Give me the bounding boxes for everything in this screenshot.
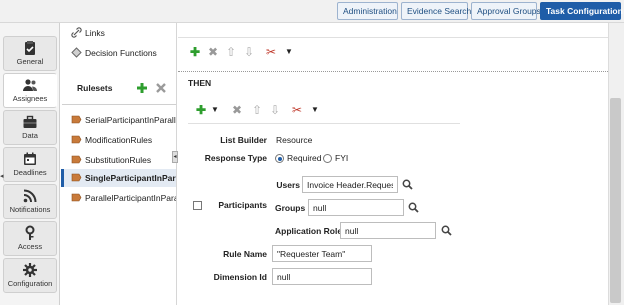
evidence-search-button[interactable]: Evidence Search (401, 2, 471, 20)
ruleset-icon (71, 115, 82, 124)
key-icon (25, 225, 35, 240)
task-configuration-button[interactable]: Task Configuration (540, 2, 623, 20)
application-role-label: Application Role (275, 226, 343, 236)
ruleset-icon (71, 135, 82, 144)
users-input[interactable] (302, 176, 398, 193)
nav-configuration-label: Configuration (7, 279, 53, 288)
then-label: THEN (188, 78, 212, 88)
rulesets-header: Rulesets (77, 83, 113, 93)
move-up-icon[interactable]: ⇧ (250, 103, 264, 117)
tree-divider (62, 104, 176, 105)
cut-icon[interactable]: ✂ (264, 45, 278, 59)
if-toolbar: ✚ ✖ ⇧ ⇩ ✂ ▼ (188, 45, 308, 61)
search-icon[interactable] (441, 225, 452, 236)
rule-name-label: Rule Name (223, 249, 267, 259)
delete-icon[interactable]: ✖ (206, 45, 220, 59)
ruleset-icon (71, 155, 82, 164)
add-ruleset-icon[interactable] (136, 82, 148, 94)
dropdown-arrow-icon[interactable]: ▼ (282, 45, 296, 59)
tree-links-label: Links (85, 28, 105, 38)
then-toolbar-divider (188, 123, 460, 124)
add-icon[interactable]: ✚ (188, 45, 202, 59)
response-required-radio[interactable] (275, 154, 284, 163)
function-icon (71, 47, 82, 58)
ruleset-item-label: SingleParticipantInParalle (85, 173, 176, 183)
ruleset-item-label: ModificationRules (85, 135, 153, 145)
section-divider (178, 71, 608, 72)
cut-icon[interactable]: ✂ (290, 103, 304, 117)
tree-decision-functions-label: Decision Functions (85, 48, 157, 58)
briefcase-icon (23, 115, 37, 128)
search-icon[interactable] (402, 179, 413, 190)
collapse-left-arrow-icon[interactable]: ◂ (0, 172, 4, 182)
nav-data[interactable]: Data (3, 110, 57, 145)
delete-icon[interactable]: ✖ (230, 103, 244, 117)
nav-assignees[interactable]: Assignees (3, 73, 57, 108)
groups-input[interactable] (308, 199, 404, 216)
ruleset-icon (71, 193, 82, 202)
link-icon (71, 27, 82, 38)
rss-icon (23, 189, 37, 203)
response-type-label: Response Type (204, 153, 267, 163)
nav-general-label: General (16, 57, 44, 66)
gear-icon (23, 263, 37, 277)
left-nav: General Assignees Data Deadlines Notific… (0, 23, 60, 305)
list-builder-label: List Builder (220, 135, 267, 145)
nav-deadlines[interactable]: Deadlines (3, 147, 57, 182)
ruleset-item-label: SerialParticipantInParalle (85, 115, 177, 125)
dimension-id-input[interactable] (272, 268, 372, 285)
dropdown-arrow-icon[interactable]: ▼ (308, 103, 322, 117)
approval-groups-button[interactable]: Approval Groups (471, 2, 541, 20)
scrollbar-thumb[interactable] (610, 98, 621, 303)
nav-assignees-label: Assignees (12, 94, 48, 103)
response-fyi-radio[interactable] (323, 154, 332, 163)
nav-data-label: Data (22, 131, 38, 140)
list-builder-value: Resource (276, 135, 313, 145)
nav-deadlines-label: Deadlines (13, 168, 47, 177)
users-label: Users (276, 180, 300, 190)
move-up-icon[interactable]: ⇧ (224, 45, 238, 59)
top-divider (178, 37, 608, 38)
ruleset-item[interactable]: ModificationRules (61, 131, 176, 149)
participants-checkbox[interactable] (193, 201, 202, 210)
groups-label: Groups (275, 203, 306, 213)
response-required-label: Required (287, 153, 322, 163)
users-icon (23, 79, 37, 91)
response-fyi-label: FYI (335, 153, 349, 163)
clipboard-icon (25, 41, 35, 55)
nav-notifications-label: Notifications (9, 205, 51, 214)
application-role-input[interactable] (340, 222, 436, 239)
ruleset-item-label: ParallelParticipantInParalle (85, 193, 177, 203)
ruleset-item-label: SubstitutionRules (85, 155, 152, 165)
rule-name-input[interactable] (272, 245, 372, 262)
rules-tree-panel: Links Decision Functions Rulesets Serial… (61, 23, 177, 305)
administration-button[interactable]: Administration (337, 2, 398, 20)
add-dropdown-icon[interactable]: ▼ (208, 103, 222, 117)
ruleset-item[interactable]: SerialParticipantInParalle (61, 111, 177, 129)
ruleset-item[interactable]: SubstitutionRules (61, 151, 176, 169)
tree-links[interactable]: Links (71, 26, 105, 40)
calendar-icon (24, 152, 36, 165)
rule-editor: ✚ ✖ ⇧ ⇩ ✂ ▼ THEN ✚ ▼ ✖ ⇧ ⇩ ✂ ▼ List Buil… (178, 23, 608, 305)
participants-label: Participants (218, 200, 267, 210)
ruleset-item-selected[interactable]: SingleParticipantInParalle (61, 169, 176, 187)
delete-ruleset-icon[interactable] (155, 82, 167, 94)
move-down-icon[interactable]: ⇩ (242, 45, 256, 59)
nav-access[interactable]: Access (3, 221, 57, 256)
nav-access-label: Access (17, 242, 43, 251)
search-icon[interactable] (408, 202, 419, 213)
tree-decision-functions[interactable]: Decision Functions (71, 46, 157, 60)
then-toolbar: ✚ ▼ ✖ ⇧ ⇩ ✂ ▼ (194, 103, 334, 119)
add-icon[interactable]: ✚ (194, 103, 208, 117)
dimension-id-label: Dimension Id (213, 272, 267, 282)
move-down-icon[interactable]: ⇩ (268, 103, 282, 117)
ruleset-item[interactable]: ParallelParticipantInParalle (61, 189, 177, 207)
ruleset-icon (71, 173, 82, 182)
nav-notifications[interactable]: Notifications (3, 184, 57, 219)
top-toolbar: Administration Evidence Search Approval … (0, 0, 624, 23)
nav-configuration[interactable]: Configuration (3, 258, 57, 293)
nav-general[interactable]: General (3, 36, 57, 71)
